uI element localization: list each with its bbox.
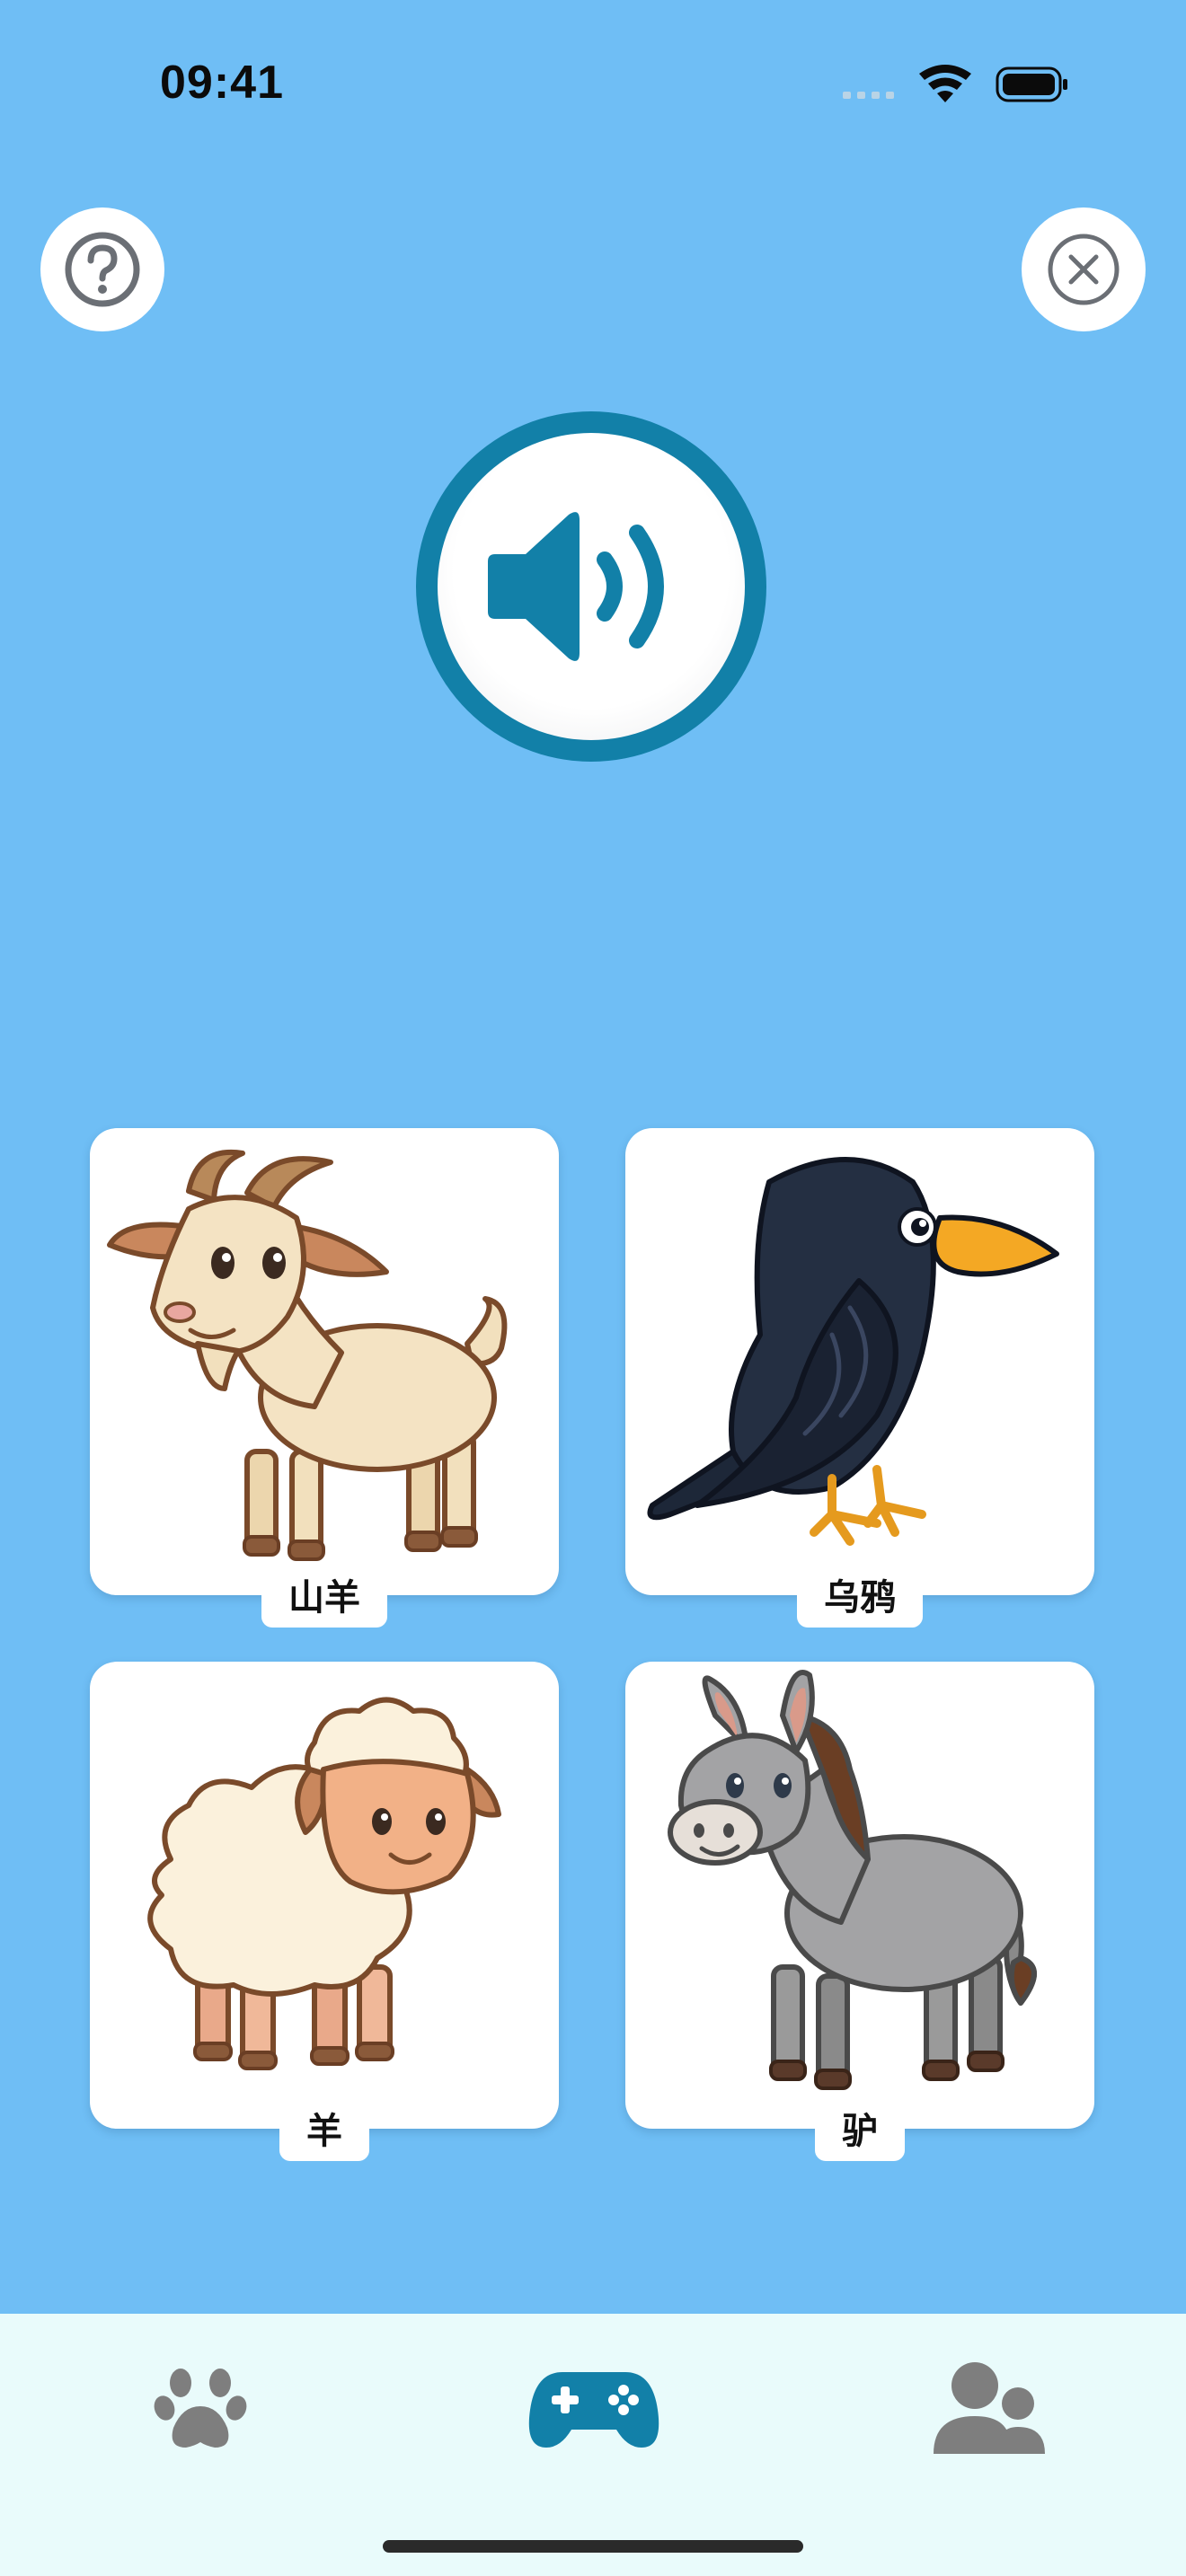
tab-animals[interactable]	[151, 2359, 250, 2457]
tab-profile[interactable]	[931, 2359, 1048, 2457]
help-button[interactable]	[40, 207, 164, 331]
home-indicator	[383, 2540, 803, 2553]
sheep-illustration	[147, 1697, 501, 2070]
crow-illustration	[647, 1157, 1059, 1546]
close-circle-icon	[1048, 234, 1120, 305]
answer-card-sheep[interactable]: 羊	[90, 1662, 559, 2161]
tab-bar	[0, 2314, 1186, 2576]
status-time: 09:41	[160, 57, 284, 109]
wifi-icon	[919, 65, 971, 102]
card-label: 驴	[815, 2096, 905, 2161]
cellular-signal-icon	[843, 92, 894, 99]
tab-games[interactable]	[527, 2359, 661, 2457]
card-label: 山羊	[261, 1563, 387, 1628]
play-sound-face	[438, 433, 745, 740]
question-circle-icon	[65, 232, 140, 307]
goat-illustration	[107, 1149, 508, 1561]
answer-card-donkey[interactable]: 驴	[625, 1662, 1094, 2161]
answer-card-crow[interactable]: 乌鸦	[625, 1128, 1094, 1628]
users-icon	[934, 2362, 1045, 2454]
answer-card-goat[interactable]: 山羊	[90, 1128, 559, 1628]
status-icons	[836, 63, 1078, 108]
speaker-volume-icon	[488, 512, 664, 661]
battery-icon	[996, 66, 1067, 102]
card-label: 羊	[279, 2096, 369, 2161]
play-sound-button[interactable]	[416, 411, 766, 762]
card-label: 乌鸦	[797, 1563, 923, 1628]
close-button[interactable]	[1022, 207, 1146, 331]
donkey-illustration	[668, 1670, 1037, 2090]
gamepad-icon	[528, 2372, 659, 2448]
paw-icon	[154, 2369, 247, 2448]
